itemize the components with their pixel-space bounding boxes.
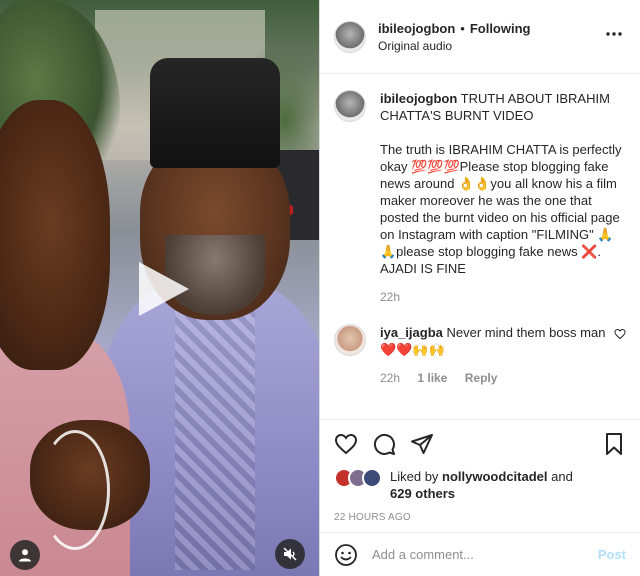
likes-and: and: [551, 469, 573, 484]
user-icon: [19, 549, 31, 562]
muted-speaker-icon: [283, 547, 297, 561]
video-player[interactable]: [0, 0, 319, 576]
post-comment-button[interactable]: Post: [598, 547, 626, 562]
comment-icon[interactable]: [372, 432, 396, 456]
emoji-icon[interactable]: [334, 543, 358, 567]
caption-time[interactable]: 22h: [380, 290, 400, 304]
separator-dot: •: [460, 20, 465, 36]
caption-text: The truth is IBRAHIM CHATTA is perfectly…: [380, 142, 622, 276]
caption-meta: 22h: [380, 289, 626, 306]
caption: ibileojogbon TRUTH ABOUT IBRAHIM CHATTA'…: [334, 90, 626, 306]
play-button[interactable]: [131, 258, 193, 320]
liker-username[interactable]: nollywoodcitadel: [442, 469, 547, 484]
caption-username[interactable]: ibileojogbon: [380, 91, 457, 106]
comment-meta: 22h 1 like Reply: [380, 370, 608, 387]
post-header: ibileojogbon • Following Original audio: [320, 0, 640, 74]
mute-button[interactable]: [275, 539, 305, 569]
more-options-icon[interactable]: [602, 24, 626, 49]
tagged-users-button[interactable]: [10, 540, 40, 570]
author-info: ibileojogbon • Following Original audio: [378, 21, 602, 53]
liker-avatar: [362, 468, 382, 488]
caption-body: ibileojogbon TRUTH ABOUT IBRAHIM CHATTA'…: [380, 90, 626, 306]
author-username[interactable]: ibileojogbon: [378, 21, 455, 36]
agbada-embroidery: [175, 300, 255, 570]
likes-summary: Liked by nollywoodcitadel and 629 others: [334, 468, 626, 502]
likes-text: Liked by nollywoodcitadel and 629 others: [390, 468, 573, 502]
commenter-username[interactable]: iya_ijagba: [380, 325, 443, 340]
bookmark-icon[interactable]: [602, 432, 626, 456]
caption-avatar[interactable]: [334, 90, 366, 122]
like-heart-icon[interactable]: [334, 432, 358, 456]
comment-like-button[interactable]: [608, 324, 626, 387]
post-details-panel: ibileojogbon • Following Original audio ib…: [319, 0, 640, 576]
earphone-cord: [40, 430, 110, 550]
post-actions: Liked by nollywoodcitadel and 629 others…: [320, 419, 640, 523]
commenter-avatar[interactable]: [334, 324, 366, 356]
add-comment-bar: Post: [320, 532, 640, 576]
selfie-man-head: [0, 100, 110, 370]
share-icon[interactable]: [410, 432, 434, 456]
post-timestamp[interactable]: 22 HOURS AGO: [334, 512, 626, 523]
man-cap: [150, 58, 280, 168]
comments-section[interactable]: ibileojogbon TRUTH ABOUT IBRAHIM CHATTA'…: [320, 74, 640, 419]
comment-body: iya_ijagba Never mind them boss man ❤️❤️…: [380, 324, 608, 387]
comment-likes[interactable]: 1 like: [417, 371, 447, 385]
comment-time[interactable]: 22h: [380, 371, 400, 385]
liked-by-label: Liked by: [390, 469, 439, 484]
play-icon: [139, 262, 189, 316]
following-button[interactable]: Following: [470, 21, 531, 36]
likes-count[interactable]: 629 others: [390, 486, 455, 501]
comment-item: iya_ijagba Never mind them boss man ❤️❤️…: [334, 324, 626, 387]
post-viewer: ibileojogbon • Following Original audio ib…: [0, 0, 640, 576]
author-avatar[interactable]: [334, 20, 366, 53]
comment-input[interactable]: [372, 547, 598, 562]
reply-button[interactable]: Reply: [465, 371, 498, 385]
audio-link[interactable]: Original audio: [378, 39, 602, 53]
heart-outline-icon: [614, 328, 626, 340]
liker-avatars[interactable]: [334, 468, 382, 488]
action-icons: [334, 426, 626, 462]
